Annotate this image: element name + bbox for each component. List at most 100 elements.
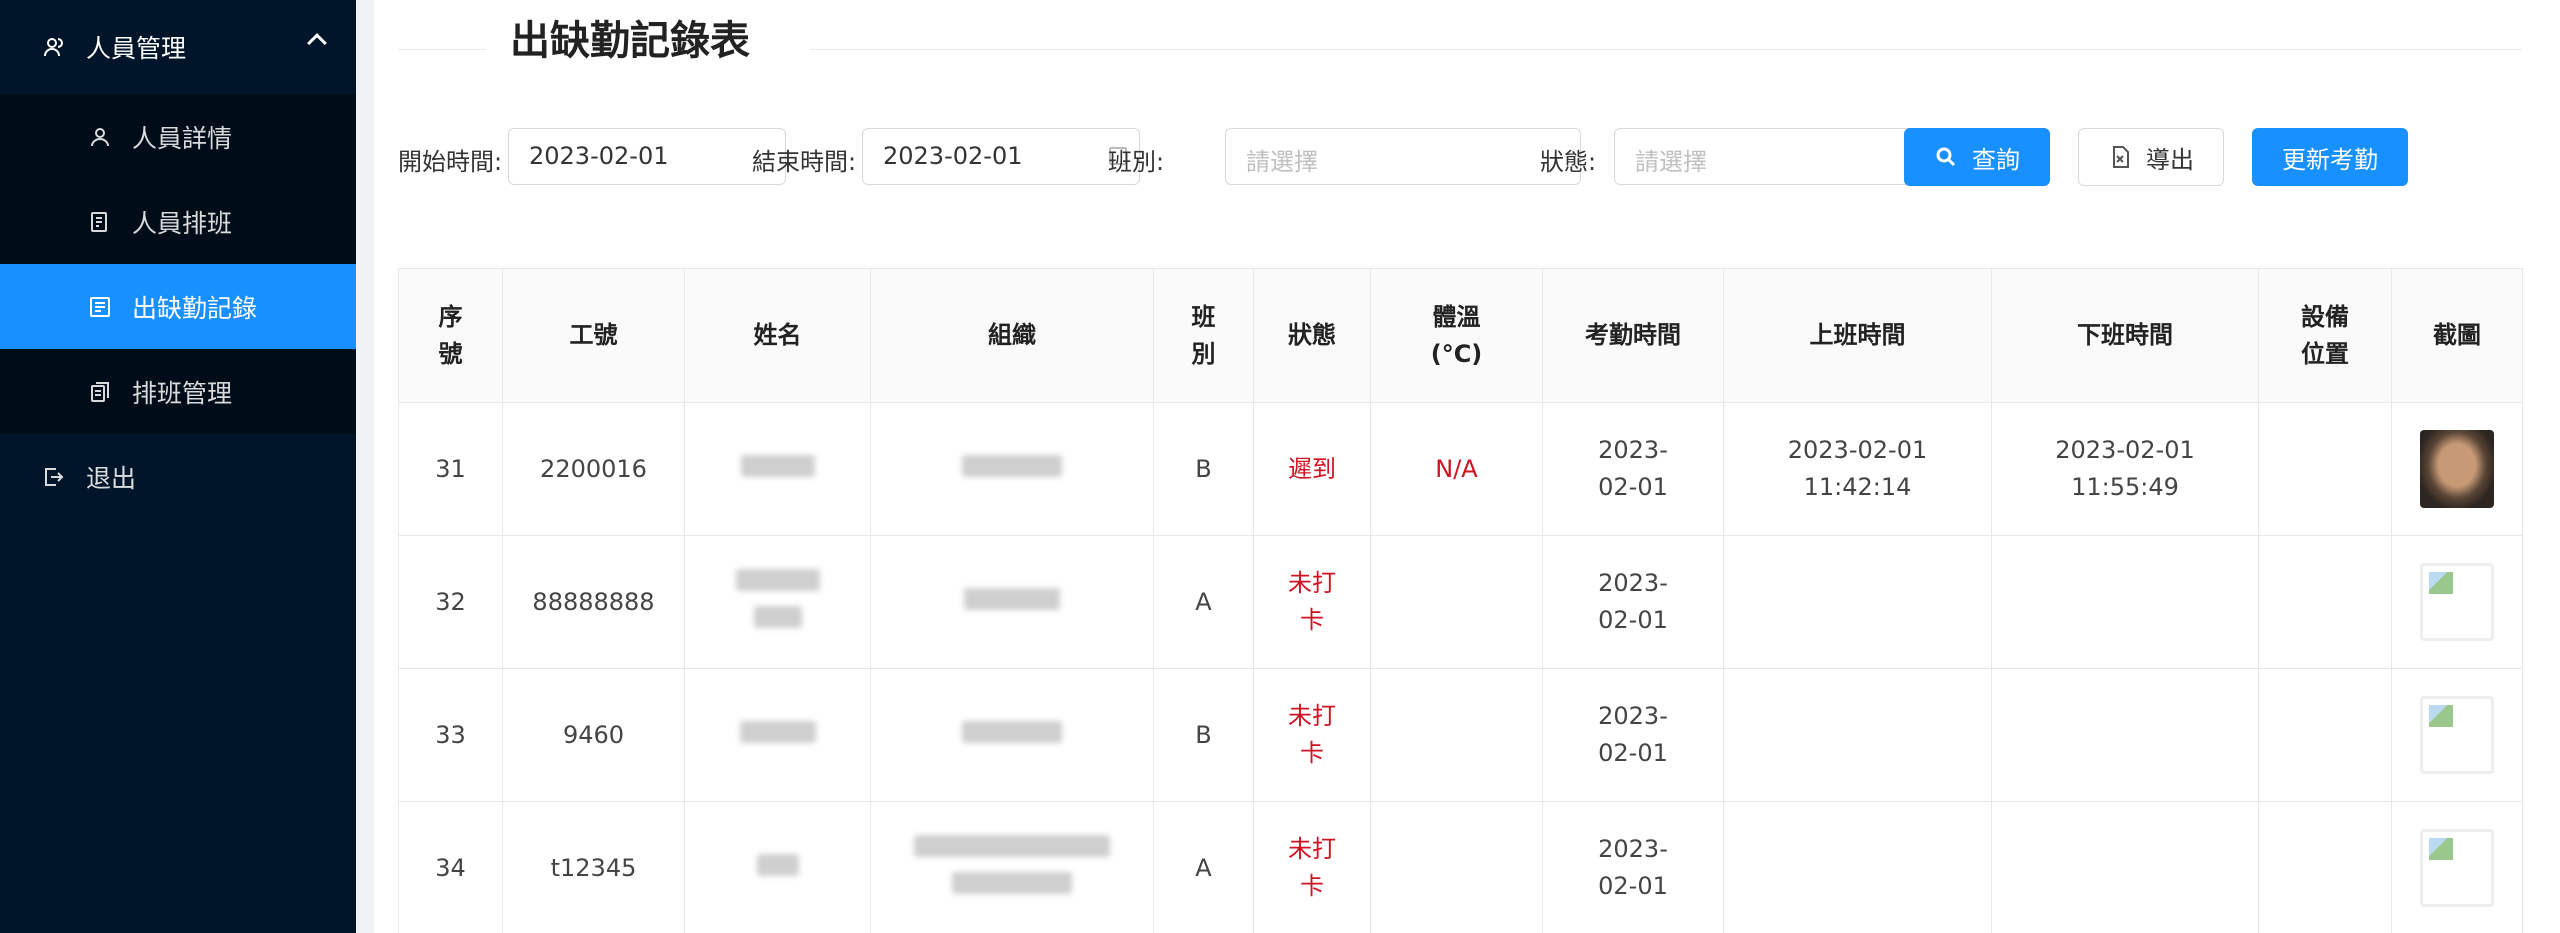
cell-status: 遲到 [1253,402,1371,536]
column-header-clock-in: 上班時間 [1723,268,1992,403]
title-divider-right [810,49,2522,50]
cell-temperature [1370,668,1543,802]
redacted-org [952,872,1072,894]
cell-clock-in [1723,801,1992,933]
redacted-name [756,853,799,876]
logout-icon [40,463,68,491]
cell-clock-out [1991,535,2259,669]
cell-shift: B [1153,402,1254,536]
sidebar-item-personnel-schedule[interactable]: 人員排班 [0,179,356,264]
search-button[interactable]: 查詢 [1904,128,2050,186]
search-icon [1936,147,1956,167]
start-time-label: 開始時間: [398,148,503,176]
sidebar-item-attendance-records[interactable]: 出缺勤記錄 [0,264,356,349]
column-header-status: 狀態 [1253,268,1371,403]
cell-attendance-date: 2023-02-01 [1542,801,1724,933]
cell-temperature [1370,535,1543,669]
end-time-label: 結束時間: [752,148,857,176]
column-header-clock-out: 下班時間 [1991,268,2259,403]
broken-image-icon[interactable] [2420,696,2494,774]
cell-emp-id: 88888888 [502,535,685,669]
column-header-shift: 班別 [1153,268,1254,403]
sidebar: 人員管理 人員詳情 人員排班 出缺勤記錄 排班管理 退出 [0,0,356,933]
cell-org-redacted [870,402,1154,536]
cell-org-redacted [870,535,1154,669]
chevron-up-icon[interactable] [307,33,327,53]
shift-manage-icon [86,378,114,406]
search-button-label: 查詢 [1972,145,2020,174]
cell-seq: 32 [398,535,503,669]
cell-name-redacted [684,668,871,802]
cell-screenshot [2391,668,2523,802]
cell-shift: A [1153,801,1254,933]
update-attendance-label: 更新考勤 [2282,145,2378,174]
submenu-label: 人員管理 [86,34,187,63]
table-row: 34 t12345 A 未打卡 2023-02-01 [398,801,2523,933]
cell-org-redacted [870,801,1154,933]
sidebar-item-personnel-detail[interactable]: 人員詳情 [0,94,356,179]
broken-image-icon[interactable] [2420,829,2494,907]
redacted-name [735,569,820,591]
column-header-temperature: 體溫(°C) [1370,268,1543,403]
page-title: 出缺勤記錄表 [510,18,750,64]
redacted-org [962,454,1062,477]
cell-name-redacted [684,535,871,669]
screenshot-thumbnail[interactable] [2420,430,2494,508]
cell-clock-in [1723,668,1992,802]
cell-device-location [2258,402,2392,536]
attendance-table-container: 序號 工號 姓名 組織 班別 狀態 體溫(°C) 考勤時間 上班時間 下班時間 … [398,268,2523,933]
logout-label: 退出 [86,463,137,493]
cell-seq: 34 [398,801,503,933]
user-icon [86,123,114,151]
cell-emp-id: 2200016 [502,402,685,536]
update-attendance-button[interactable]: 更新考勤 [2252,128,2408,186]
logout-item[interactable]: 退出 [0,434,356,519]
column-header-screenshot: 截圖 [2391,268,2523,403]
cell-screenshot [2391,801,2523,933]
submenu-personnel[interactable]: 人員管理 [0,0,356,94]
cell-device-location [2258,535,2392,669]
broken-image-icon[interactable] [2420,563,2494,641]
cell-clock-in [1723,535,1992,669]
cell-status: 未打卡 [1253,801,1371,933]
column-header-device-location: 設備位置 [2258,268,2392,403]
sidebar-item-label: 排班管理 [132,378,233,408]
cell-device-location [2258,801,2392,933]
cell-status: 未打卡 [1253,535,1371,669]
end-date-picker[interactable]: 2023-02-01 [862,128,1140,185]
cell-status: 未打卡 [1253,668,1371,802]
cell-seq: 33 [398,668,503,802]
sidebar-item-label: 出缺勤記錄 [132,293,258,323]
column-header-emp-id: 工號 [502,268,685,403]
status-select[interactable]: 請選擇 [1614,128,1914,185]
cell-shift: A [1153,535,1254,669]
cell-clock-out [1991,668,2259,802]
submenu-list: 人員詳情 人員排班 出缺勤記錄 排班管理 [0,94,356,434]
table-row: 31 2200016 B 遲到 N/A 2023-02-01 2023-02-0… [398,402,2523,536]
page-header: 出缺勤記錄表 [398,0,2522,80]
table-header-row: 序號 工號 姓名 組織 班別 狀態 體溫(°C) 考勤時間 上班時間 下班時間 … [398,268,2523,403]
sidebar-item-shift-management[interactable]: 排班管理 [0,349,356,434]
export-button[interactable]: 導出 [2078,128,2224,186]
shift-select[interactable]: 請選擇 [1225,128,1581,185]
cell-shift: B [1153,668,1254,802]
cell-temperature: N/A [1370,402,1543,536]
start-date-picker[interactable]: 2023-02-01 [508,128,786,185]
cell-temperature [1370,801,1543,933]
cell-emp-id: 9460 [502,668,685,802]
schedule-doc-icon [86,208,114,236]
column-header-seq: 序號 [398,268,503,403]
main-content: 出缺勤記錄表 開始時間: 2023-02-01 結束時間: 2023-02-01… [374,0,2560,933]
column-header-org: 組織 [870,268,1154,403]
status-label: 狀態: [1540,148,1597,176]
cell-screenshot [2391,402,2523,536]
cell-name-redacted [684,801,871,933]
redacted-name [739,720,816,743]
end-date-value: 2023-02-01 [883,142,1023,170]
redacted-org [962,720,1062,743]
attendance-list-icon [86,293,114,321]
cell-attendance-date: 2023-02-01 [1542,535,1724,669]
start-date-value: 2023-02-01 [529,142,669,170]
redacted-name [740,454,815,477]
status-placeholder: 請選擇 [1635,148,1707,176]
